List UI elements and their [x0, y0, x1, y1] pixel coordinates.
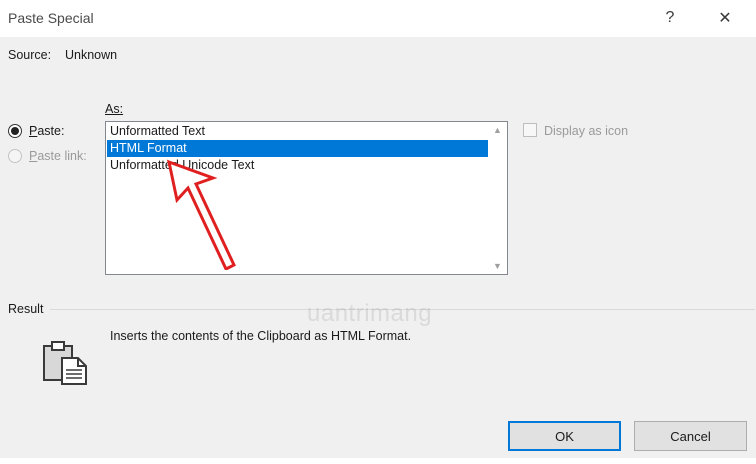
paste-special-dialog: Paste Special ? ✕ Source: Unknown As: Pa…: [0, 0, 756, 464]
help-icon[interactable]: ?: [650, 4, 690, 32]
display-as-icon-label[interactable]: Display as icon: [544, 124, 628, 138]
paste-link-radio[interactable]: [8, 149, 22, 163]
title-bar: Paste Special ? ✕: [0, 0, 756, 37]
result-label: Result: [8, 302, 44, 316]
ok-button[interactable]: OK: [508, 421, 621, 451]
paste-link-radio-label[interactable]: Paste link:: [29, 149, 87, 163]
list-item-unformatted-text[interactable]: Unformatted Text: [107, 123, 488, 140]
clipboard-icon: [43, 341, 87, 385]
scroll-down-icon[interactable]: ▼: [488, 258, 507, 274]
paste-radio-label[interactable]: Paste:: [29, 124, 64, 138]
display-as-icon-checkbox[interactable]: [523, 123, 537, 137]
source-value: Unknown: [65, 48, 118, 62]
list-item-unformatted-unicode-text[interactable]: Unformatted Unicode Text: [107, 157, 488, 174]
result-description: Inserts the contents of the Clipboard as…: [110, 329, 412, 343]
list-item-html-format[interactable]: HTML Format: [107, 140, 488, 157]
dialog-title: Paste Special: [8, 10, 94, 26]
source-label: Source:: [8, 48, 52, 62]
cancel-button[interactable]: Cancel: [634, 421, 747, 451]
paste-radio[interactable]: [8, 124, 22, 138]
background-document-strip: [0, 458, 756, 464]
format-listbox[interactable]: Unformatted Text HTML Format Unformatted…: [105, 121, 508, 275]
watermark-logo: uantrimang: [307, 300, 433, 327]
scroll-up-icon[interactable]: ▲: [488, 122, 507, 138]
close-icon[interactable]: ✕: [705, 4, 745, 32]
listbox-scrollbar[interactable]: ▲ ▼: [488, 122, 507, 274]
as-label: As:: [105, 102, 124, 116]
